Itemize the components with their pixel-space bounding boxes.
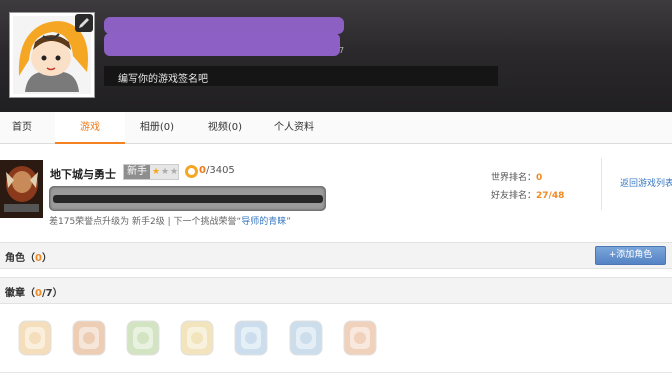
profile-tabs: 首页 游戏 相册(0) 视频(0) 个人资料 bbox=[0, 112, 672, 144]
roles-count: 0 bbox=[35, 253, 42, 264]
upgrade-prefix: 差175荣誉点升级为 新手2级 | 下一个挑战荣誉“ bbox=[49, 217, 242, 227]
profile-header: 7 编写你的游戏签名吧 bbox=[0, 0, 672, 112]
badge-5-icon[interactable] bbox=[232, 318, 270, 358]
tab-home[interactable]: 首页 bbox=[0, 112, 44, 143]
friend-rank-value: 27/48 bbox=[536, 191, 565, 201]
badge-7-icon[interactable] bbox=[341, 318, 379, 358]
upgrade-hint: 差175荣誉点升级为 新手2级 | 下一个挑战荣誉“导师的青睐” bbox=[49, 214, 291, 227]
back-to-games-link[interactable]: 返回游戏列表 bbox=[620, 176, 672, 189]
badge-1-icon[interactable] bbox=[16, 318, 54, 358]
username-redacted bbox=[104, 17, 344, 34]
upgrade-suffix: ” bbox=[286, 217, 291, 227]
honor-total: /3405 bbox=[205, 165, 235, 176]
badges-title: 徽章（0/7） bbox=[5, 288, 63, 299]
star-empty-icon: ★ bbox=[170, 167, 179, 177]
world-rank-value: 0 bbox=[536, 173, 543, 183]
badge-4-icon[interactable] bbox=[178, 318, 216, 358]
world-rank: 世界排名：0 bbox=[491, 170, 542, 183]
world-rank-label: 世界排名： bbox=[491, 173, 537, 183]
tab-album[interactable]: 相册(0) bbox=[125, 112, 189, 143]
user-id-suffix: 7 bbox=[339, 46, 345, 55]
tab-games[interactable]: 游戏 bbox=[55, 112, 125, 144]
game-icon[interactable] bbox=[0, 160, 43, 218]
honor-current: 0 bbox=[199, 165, 206, 176]
rank-label: 新手 bbox=[124, 165, 150, 179]
user-id-redacted bbox=[104, 33, 340, 56]
badge-3-icon[interactable] bbox=[124, 318, 162, 358]
badges-section: 徽章（0/7） bbox=[0, 277, 672, 304]
roles-title: 角色（0） bbox=[5, 253, 52, 264]
progress-redacted bbox=[53, 195, 323, 203]
next-title-link[interactable]: 导师的青睐 bbox=[241, 217, 286, 227]
add-role-button[interactable]: +添加角色 bbox=[595, 246, 666, 265]
game-title[interactable]: 地下城与勇士 bbox=[50, 166, 116, 182]
roles-section: 角色（0） +添加角色 bbox=[0, 242, 672, 269]
divider bbox=[601, 158, 602, 210]
divider bbox=[0, 372, 672, 373]
pencil-icon[interactable] bbox=[75, 14, 93, 32]
badges-count: 0 bbox=[35, 288, 42, 299]
badge-2-icon[interactable] bbox=[70, 318, 108, 358]
honor-coin-icon bbox=[185, 165, 198, 178]
star-empty-icon: ★ bbox=[161, 167, 170, 177]
badge-6-icon[interactable] bbox=[287, 318, 325, 358]
signature-bar[interactable]: 编写你的游戏签名吧 bbox=[104, 66, 498, 86]
tab-profile[interactable]: 个人资料 bbox=[260, 112, 328, 143]
tab-video[interactable]: 视频(0) bbox=[193, 112, 257, 143]
honor-points: 0/3405 bbox=[199, 165, 235, 176]
rank-badge: 新手 ★ ★ ★ bbox=[123, 164, 179, 180]
star-filled-icon: ★ bbox=[152, 167, 161, 177]
friend-rank: 好友排名：27/48 bbox=[491, 188, 564, 201]
signature-input[interactable]: 编写你的游戏签名吧 bbox=[118, 70, 208, 85]
friend-rank-label: 好友排名： bbox=[491, 191, 537, 201]
